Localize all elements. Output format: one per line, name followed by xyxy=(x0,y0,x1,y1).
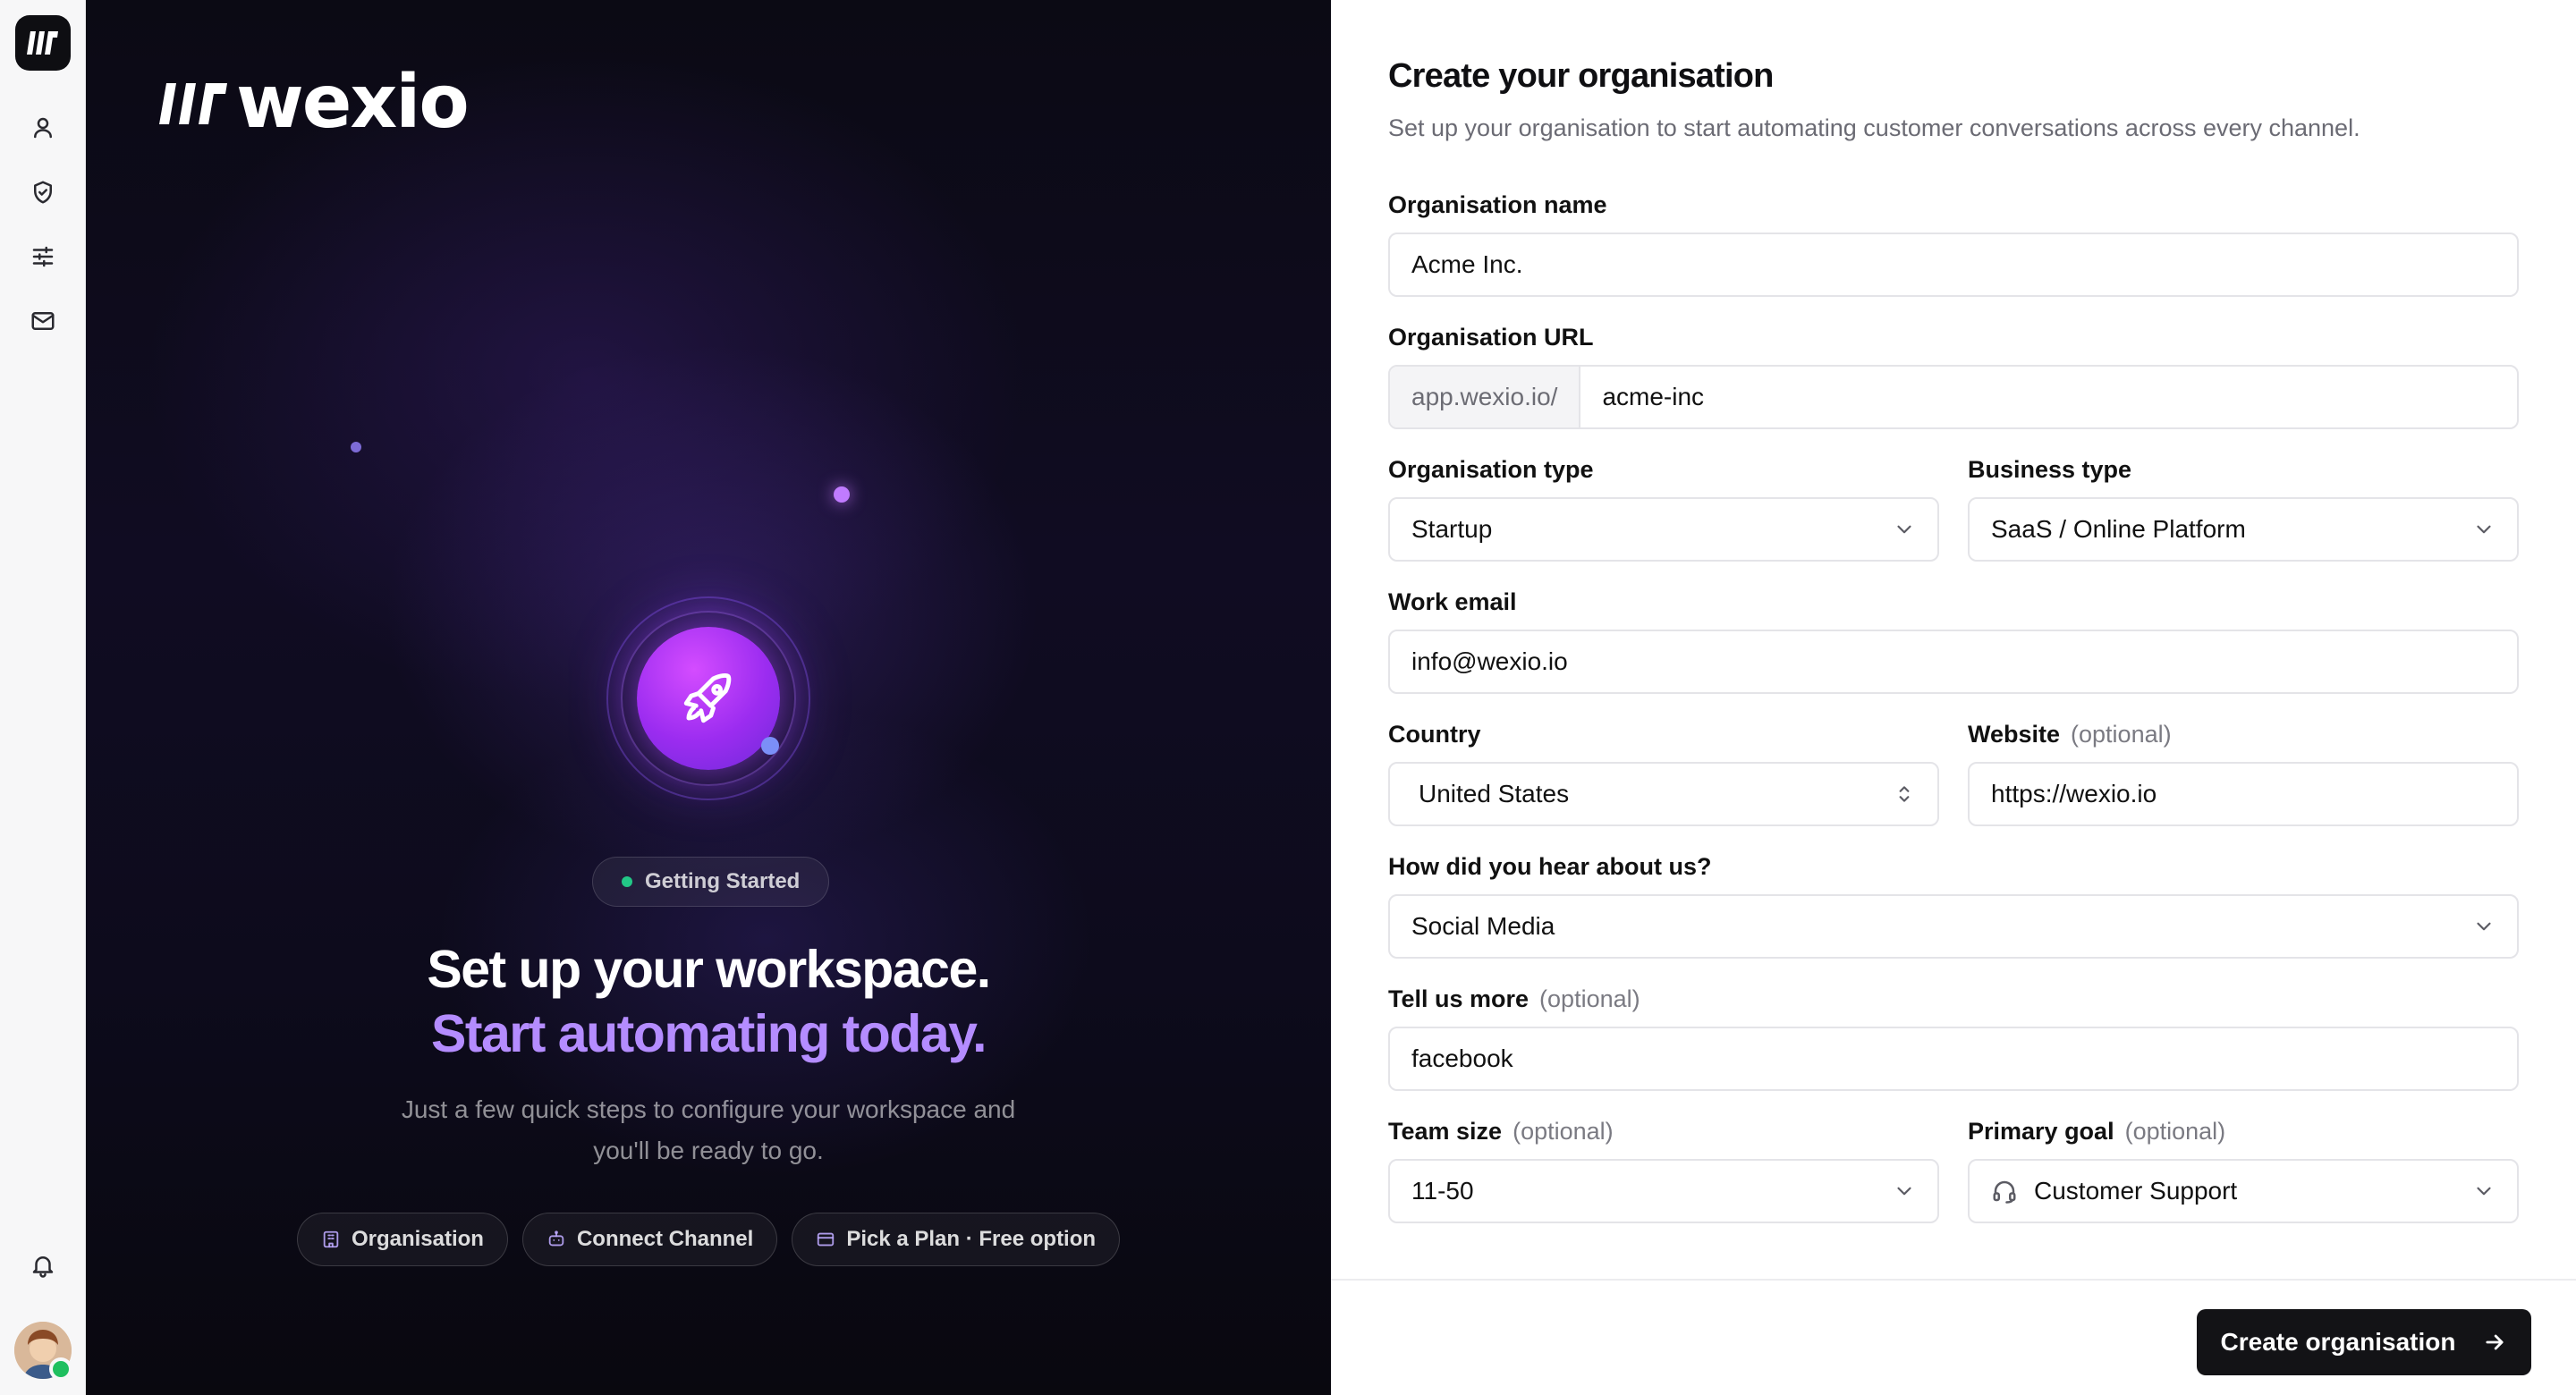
step-label: Organisation xyxy=(351,1227,484,1251)
rail-profile-button[interactable] xyxy=(21,106,64,149)
rail-notifications-button[interactable] xyxy=(21,1244,64,1287)
org-url-value: acme-inc xyxy=(1602,383,1705,410)
wexio-mark-icon xyxy=(159,83,227,124)
building-icon xyxy=(323,1230,339,1248)
org-type-label: Organisation type xyxy=(1388,456,1594,483)
user-icon xyxy=(34,117,52,139)
optional-hint: (optional) xyxy=(2124,1118,2226,1145)
step-connect-channel-chip[interactable]: Connect Channel xyxy=(521,1213,778,1266)
chevron-down-icon xyxy=(1897,1187,1911,1196)
url-prefix: app.wexio.io/ xyxy=(1390,367,1581,427)
headline-primary: Set up your workspace. xyxy=(427,940,991,999)
sliders-icon xyxy=(32,246,54,267)
work-email-value: info@wexio.io xyxy=(1411,647,1568,675)
brand-name: wexio xyxy=(236,60,470,145)
rail-settings-button[interactable] xyxy=(21,235,64,278)
website-input[interactable]: https://wexio.io xyxy=(1968,762,2519,826)
tell-more-label-text: Tell us more xyxy=(1388,985,1530,1012)
business-type-value: SaaS / Online Platform xyxy=(1991,515,2246,543)
step-organisation-chip[interactable]: Organisation xyxy=(296,1213,508,1266)
team-size-label: Team size (optional) xyxy=(1388,1118,1614,1146)
hero-subtitle: Just a few quick steps to configure your… xyxy=(86,1089,1331,1171)
website-label: Website (optional) xyxy=(1968,721,2172,748)
business-type-select[interactable]: SaaS / Online Platform xyxy=(1968,497,2519,562)
optional-hint: (optional) xyxy=(2071,721,2172,748)
robot-icon xyxy=(548,1230,564,1247)
org-url-label: Organisation URL xyxy=(1388,324,1594,351)
country-label: Country xyxy=(1388,721,1481,748)
primary-goal-label: Primary goal (optional) xyxy=(1968,1118,2225,1146)
badge-label: Getting Started xyxy=(645,869,801,893)
org-url-input[interactable]: app.wexio.io/ acme-inc xyxy=(1388,365,2519,429)
country-value: United States xyxy=(1419,780,1570,807)
card-icon xyxy=(818,1232,835,1247)
headline-accent: Start automating today. xyxy=(430,1004,987,1063)
team-size-value: 11-50 xyxy=(1411,1177,1474,1205)
sparkle-dot xyxy=(351,442,361,452)
sparkle-dot xyxy=(834,486,850,503)
business-type-label: Business type xyxy=(1968,456,2132,483)
hero-panel: wexio Getting Started Set up your worksp… xyxy=(86,0,1331,1395)
tell-more-label: Tell us more (optional) xyxy=(1388,985,1640,1013)
step-label: Pick a Plan · Free option xyxy=(846,1227,1097,1251)
chevron-down-icon xyxy=(2477,1187,2491,1196)
hero-subtitle-line-2: you'll be ready to go. xyxy=(593,1137,824,1164)
tell-more-value: facebook xyxy=(1411,1044,1513,1072)
tell-more-input[interactable]: facebook xyxy=(1388,1027,2519,1091)
bell-icon xyxy=(32,1256,54,1278)
team-size-select[interactable]: 11-50 xyxy=(1388,1159,1939,1223)
org-type-value: Startup xyxy=(1411,515,1493,543)
step-pick-plan-chip[interactable]: Pick a Plan · Free option xyxy=(792,1213,1121,1266)
org-name-input[interactable]: Acme Inc. xyxy=(1388,232,2519,297)
primary-goal-select[interactable]: Customer Support xyxy=(1968,1159,2519,1223)
primary-goal-label-text: Primary goal xyxy=(1968,1118,2114,1145)
org-name-value: Acme Inc. xyxy=(1411,250,1523,278)
chevron-up-down-icon xyxy=(1899,786,1910,802)
country-select[interactable]: United States xyxy=(1388,762,1939,826)
primary-goal-value: Customer Support xyxy=(2034,1177,2238,1205)
org-type-select[interactable]: Startup xyxy=(1388,497,1939,562)
online-status-dot xyxy=(49,1357,72,1381)
shield-icon xyxy=(34,181,52,204)
optional-hint: (optional) xyxy=(1513,1118,1614,1145)
getting-started-badge: Getting Started xyxy=(592,857,830,907)
orbit-dot xyxy=(761,737,779,755)
hero-subtitle-line-1: Just a few quick steps to configure your… xyxy=(401,1095,1016,1123)
left-rail xyxy=(0,0,86,1395)
org-name-label: Organisation name xyxy=(1388,191,1607,218)
create-organisation-label: Create organisation xyxy=(2220,1328,2456,1356)
optional-hint: (optional) xyxy=(1539,985,1640,1012)
step-label: Connect Channel xyxy=(576,1227,754,1251)
work-email-input[interactable]: info@wexio.io xyxy=(1388,630,2519,694)
form-description: Set up your organisation to start automa… xyxy=(1388,114,2360,141)
headset-icon xyxy=(1993,1180,2016,1204)
rail-security-button[interactable] xyxy=(21,171,64,214)
form-title: Create your organisation xyxy=(1388,57,1774,95)
work-email-label: Work email xyxy=(1388,588,1517,615)
chevron-down-icon xyxy=(1897,525,1911,534)
hear-about-select[interactable]: Social Media xyxy=(1388,894,2519,959)
rocket-icon xyxy=(683,672,732,723)
hear-about-label: How did you hear about us? xyxy=(1388,853,1712,880)
setup-steps: Organisation Connect Channel Pick a Plan… xyxy=(86,1213,1331,1266)
hear-about-value: Social Media xyxy=(1411,912,1555,940)
app-logo-icon[interactable] xyxy=(15,15,71,71)
create-organisation-button[interactable]: Create organisation xyxy=(2197,1309,2531,1375)
create-organisation-form: Create your organisation Set up your org… xyxy=(1331,0,2576,1395)
arrow-right-icon xyxy=(2486,1334,2504,1350)
rail-inbox-button[interactable] xyxy=(21,300,64,342)
website-label-text: Website xyxy=(1968,721,2061,748)
chevron-down-icon xyxy=(2477,922,2491,931)
brand-logo: wexio xyxy=(157,60,470,145)
website-value: https://wexio.io xyxy=(1991,780,2157,807)
chevron-down-icon xyxy=(2477,525,2491,534)
rocket-badge xyxy=(606,596,810,800)
team-size-label-text: Team size xyxy=(1388,1118,1503,1145)
status-dot xyxy=(622,876,632,887)
mail-icon xyxy=(31,312,55,330)
